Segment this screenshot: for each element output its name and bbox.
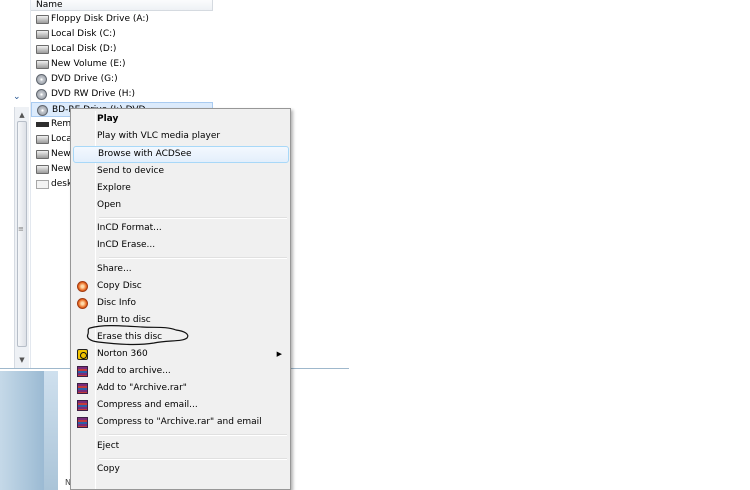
desktop-icon	[36, 180, 49, 189]
winrar-icon	[77, 417, 88, 428]
menu-item-label: Add to "Archive.rar"	[97, 383, 187, 393]
removable-drive-icon	[36, 122, 49, 127]
menu-item-eject[interactable]: Eject	[73, 438, 289, 455]
floppy-drive-icon	[36, 15, 49, 24]
file-item-label: New	[51, 164, 71, 174]
file-item-dvd-rw-drive-h[interactable]: DVD RW Drive (H:)	[31, 87, 211, 102]
nero-disc-icon	[77, 298, 88, 309]
menu-item-label: Compress to "Archive.rar" and email	[97, 417, 262, 427]
menu-item-play[interactable]: Play	[73, 111, 289, 128]
navigation-scrollbar[interactable]: ▲ ≡ ▼	[14, 107, 29, 368]
menu-item-disc-info[interactable]: Disc Info	[73, 295, 289, 312]
file-item-label: New	[51, 149, 71, 159]
menu-item-label: Share...	[97, 264, 132, 274]
menu-item-compress-and-email[interactable]: Compress and email...	[73, 397, 289, 414]
file-item-label: DVD Drive (G:)	[51, 74, 118, 84]
name-column-header[interactable]: Name	[31, 0, 213, 11]
scroll-up-arrow[interactable]: ▲	[15, 109, 29, 121]
menu-separator	[99, 257, 287, 259]
scrollbar-thumb[interactable]	[17, 121, 27, 347]
menu-separator	[99, 434, 287, 436]
menu-item-norton-360[interactable]: Norton 360 ▶	[73, 346, 289, 363]
menu-item-label: Norton 360	[97, 349, 148, 359]
menu-item-label: Compress and email...	[97, 400, 198, 410]
disc-drive-icon	[36, 89, 47, 100]
menu-item-incd-erase[interactable]: InCD Erase...	[73, 237, 289, 254]
file-item-label: Local Disk (C:)	[51, 29, 116, 39]
menu-item-add-to-archive[interactable]: Add to archive...	[73, 363, 289, 380]
menu-item-add-to-archive-rar[interactable]: Add to "Archive.rar"	[73, 380, 289, 397]
nero-disc-icon	[77, 281, 88, 292]
menu-item-label: Eject	[97, 441, 120, 451]
menu-item-copy-disc[interactable]: Copy Disc	[73, 278, 289, 295]
menu-separator	[99, 458, 287, 460]
file-item-local-disk-d[interactable]: Local Disk (D:)	[31, 42, 211, 57]
menu-item-label: InCD Erase...	[97, 240, 156, 250]
file-item-label: Loca	[51, 134, 72, 144]
hard-drive-icon	[36, 60, 49, 69]
winrar-icon	[77, 400, 88, 411]
window-border-strip	[44, 371, 58, 490]
menu-item-browse-acdsee[interactable]: Browse with ACDSee	[73, 146, 289, 163]
winrar-icon	[77, 383, 88, 394]
window-background-pane	[0, 371, 44, 490]
menu-item-label: Play with VLC media player	[97, 131, 221, 141]
file-item-label: desk	[51, 179, 73, 189]
hard-drive-icon	[36, 45, 49, 54]
hand-drawn-highlight	[86, 325, 189, 346]
submenu-arrow-icon: ▶	[276, 350, 282, 358]
menu-item-label: Copy	[97, 464, 120, 474]
menu-separator	[99, 217, 287, 219]
menu-item-label: InCD Format...	[97, 223, 162, 233]
file-item-label: New Volume (E:)	[51, 59, 126, 69]
hard-drive-icon	[36, 135, 49, 144]
norton-icon	[77, 349, 88, 360]
menu-item-label: Copy Disc	[97, 281, 142, 291]
file-item-label: Rem	[51, 119, 72, 129]
menu-item-send-to-device[interactable]: Send to device	[73, 163, 289, 180]
file-item-label: Floppy Disk Drive (A:)	[51, 14, 149, 24]
hard-drive-icon	[36, 30, 49, 39]
menu-item-open[interactable]: Open	[73, 197, 289, 214]
scrollbar-grip-icon: ≡	[18, 225, 24, 233]
menu-item-share[interactable]: Share...	[73, 261, 289, 278]
winrar-icon	[77, 366, 88, 377]
file-item-label: DVD RW Drive (H:)	[51, 89, 136, 99]
file-item-new-volume-e[interactable]: New Volume (E:)	[31, 57, 211, 72]
menu-item-label: Play	[97, 114, 119, 124]
menu-item-incd-format[interactable]: InCD Format...	[73, 220, 289, 237]
disc-drive-icon	[37, 105, 48, 116]
menu-item-label: Disc Info	[97, 298, 136, 308]
menu-item-label: Explore	[97, 183, 131, 193]
menu-item-play-vlc[interactable]: Play with VLC media player	[73, 128, 289, 145]
file-item-floppy[interactable]: Floppy Disk Drive (A:)	[31, 12, 211, 27]
hard-drive-icon	[36, 165, 49, 174]
menu-item-label: Open	[97, 200, 122, 210]
menu-item-explore[interactable]: Explore	[73, 180, 289, 197]
scroll-down-arrow[interactable]: ▼	[15, 354, 29, 366]
hard-drive-icon	[36, 150, 49, 159]
file-item-label: Local Disk (D:)	[51, 44, 117, 54]
file-item-dvd-drive-g[interactable]: DVD Drive (G:)	[31, 72, 211, 87]
menu-item-compress-to-rar-and-email[interactable]: Compress to "Archive.rar" and email	[73, 414, 289, 431]
context-menu: Play Play with VLC media player Browse w…	[70, 108, 291, 490]
disc-drive-icon	[36, 74, 47, 85]
menu-item-label: Browse with ACDSee	[98, 149, 192, 159]
chevron-down-icon[interactable]: ⌄	[13, 92, 21, 102]
menu-item-copy[interactable]: Copy	[73, 461, 289, 478]
file-item-local-disk-c[interactable]: Local Disk (C:)	[31, 27, 211, 42]
menu-item-label: Add to archive...	[97, 366, 171, 376]
menu-item-label: Send to device	[97, 166, 164, 176]
